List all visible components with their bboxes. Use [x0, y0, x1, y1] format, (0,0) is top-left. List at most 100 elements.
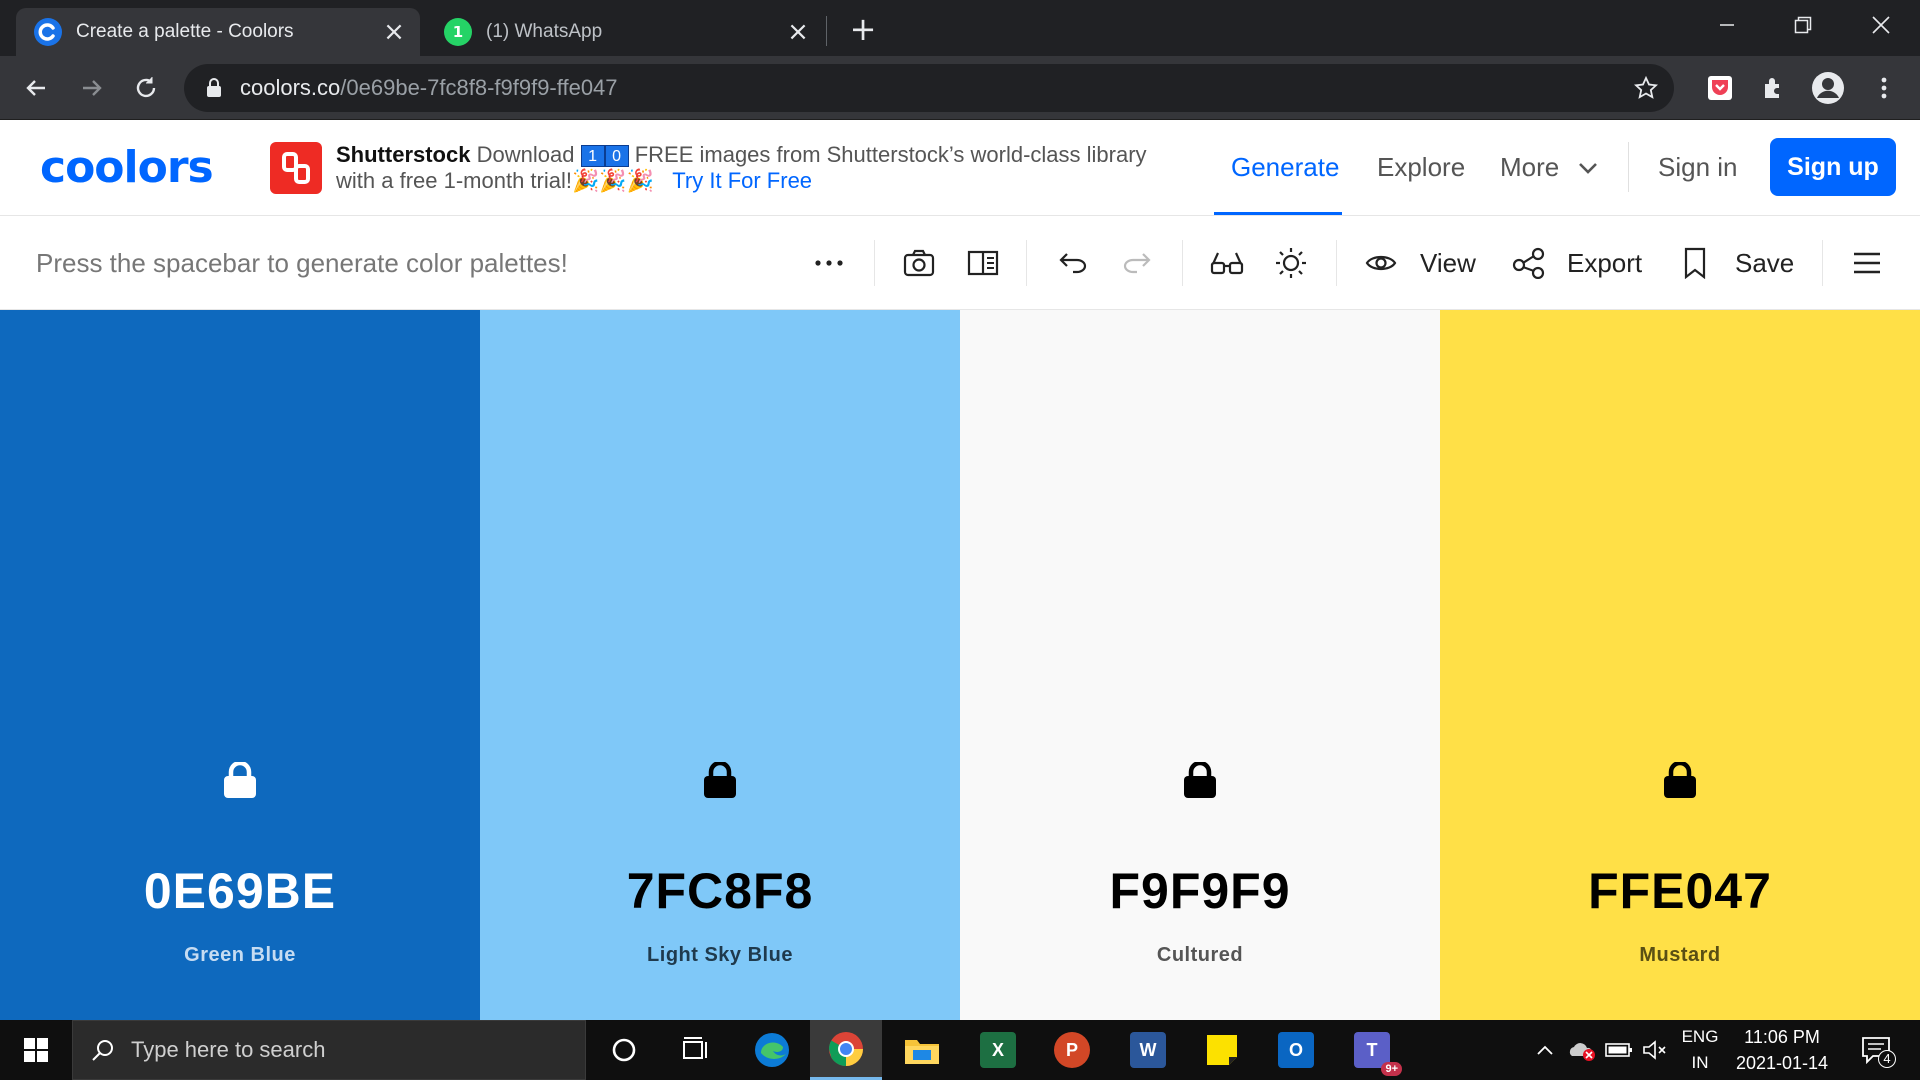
volume-muted-icon[interactable]	[1638, 1020, 1672, 1080]
reload-icon[interactable]	[128, 70, 164, 106]
sticky-notes-icon[interactable]	[1186, 1020, 1258, 1080]
word-icon[interactable]: W	[1112, 1020, 1184, 1080]
address-bar[interactable]: coolors.co/0e69be-7fc8f8-f9f9f9-ffe047	[184, 64, 1674, 112]
hamburger-menu-icon[interactable]	[1848, 244, 1886, 282]
view-button[interactable]: View	[1420, 248, 1476, 279]
whatsapp-favicon-icon: 1	[444, 18, 472, 46]
cortana-icon[interactable]	[588, 1020, 660, 1080]
edge-browser-icon[interactable]	[736, 1020, 808, 1080]
lock-icon[interactable]	[702, 762, 738, 798]
lock-icon[interactable]	[1662, 762, 1698, 798]
ad-digit-box: 0	[604, 145, 629, 168]
notification-count: 4	[1878, 1050, 1896, 1068]
clock-date: 2021-01-14	[1735, 1053, 1829, 1073]
input-language[interactable]: ENG IN	[1672, 1024, 1728, 1076]
site-header: coolors Shutterstock Download 10 FREE im…	[0, 120, 1920, 216]
color-name[interactable]: Cultured	[960, 944, 1440, 967]
powerpoint-icon[interactable]: P	[1036, 1020, 1108, 1080]
back-arrow-icon[interactable]	[18, 70, 54, 106]
lock-icon[interactable]	[222, 762, 258, 798]
excel-icon[interactable]: X	[962, 1020, 1034, 1080]
shutterstock-logo-icon[interactable]	[270, 142, 322, 194]
color-name[interactable]: Green Blue	[0, 944, 480, 967]
task-view-icon[interactable]	[660, 1020, 732, 1080]
tab-close-icon[interactable]: ×	[784, 17, 812, 47]
nav-explore[interactable]: Explore	[1377, 152, 1465, 183]
clock-time: 11:06 PM	[1744, 1027, 1820, 1047]
chevron-down-icon[interactable]	[1578, 160, 1598, 179]
tab-coolors[interactable]: Create a palette - Coolors ×	[16, 8, 420, 56]
export-button[interactable]: Export	[1567, 248, 1642, 279]
minimize-icon[interactable]	[1696, 0, 1758, 50]
toolbar-divider	[874, 240, 875, 286]
coolors-logo[interactable]: coolors	[40, 142, 214, 193]
restore-icon[interactable]	[1772, 0, 1834, 50]
color-hex-code[interactable]: FFE047	[1440, 862, 1920, 920]
teams-icon[interactable]: T 9+	[1336, 1020, 1408, 1080]
teams-badge: 9+	[1381, 1062, 1402, 1076]
more-options-icon[interactable]	[810, 244, 848, 282]
language-code: ENG	[1681, 1027, 1719, 1046]
extensions-puzzle-icon[interactable]	[1756, 70, 1792, 106]
whatsapp-badge: 1	[452, 23, 464, 41]
lock-icon[interactable]	[1182, 762, 1218, 798]
sign-up-button[interactable]: Sign up	[1770, 138, 1896, 196]
eye-icon[interactable]	[1362, 244, 1400, 282]
shutterstock-ad[interactable]: Shutterstock Download 10 FREE images fro…	[336, 142, 1166, 194]
battery-icon[interactable]	[1602, 1020, 1636, 1080]
browser-tab-strip: Create a palette - Coolors × 1 (1) Whats…	[0, 0, 1920, 56]
file-explorer-icon[interactable]	[886, 1020, 958, 1080]
palette-toolbar: Press the spacebar to generate color pal…	[0, 216, 1920, 310]
forward-arrow-icon[interactable]	[74, 70, 110, 106]
system-clock[interactable]: 11:06 PM 2021-01-14	[1722, 1024, 1842, 1076]
color-swatch[interactable]: F9F9F9 Cultured	[960, 310, 1440, 1020]
coolors-favicon-icon	[34, 18, 62, 46]
color-name[interactable]: Light Sky Blue	[480, 944, 960, 967]
camera-icon[interactable]	[900, 244, 938, 282]
close-window-icon[interactable]	[1850, 0, 1912, 50]
bookmark-star-icon[interactable]	[1633, 75, 1659, 104]
color-hex-code[interactable]: 0E69BE	[0, 862, 480, 920]
bookmark-icon[interactable]	[1676, 244, 1714, 282]
browser-menu-icon[interactable]	[1866, 70, 1902, 106]
show-hidden-icons-chevron-icon[interactable]	[1530, 1020, 1560, 1080]
brightness-icon[interactable]	[1272, 244, 1310, 282]
onedrive-error-icon[interactable]	[1564, 1020, 1600, 1080]
tab-close-icon[interactable]: ×	[380, 17, 408, 47]
undo-icon[interactable]	[1054, 244, 1092, 282]
sign-in-link[interactable]: Sign in	[1658, 152, 1738, 183]
nav-more[interactable]: More	[1500, 152, 1559, 183]
color-hex-code[interactable]: 7FC8F8	[480, 862, 960, 920]
side-panel-icon[interactable]	[964, 244, 1002, 282]
color-palette: 0E69BE Green Blue 7FC8F8 Light Sky Blue …	[0, 310, 1920, 1020]
url-path: /0e69be-7fc8f8-f9f9f9-ffe047	[340, 75, 618, 100]
color-name[interactable]: Mustard	[1440, 944, 1920, 967]
tab-divider	[826, 16, 827, 46]
color-swatch[interactable]: 0E69BE Green Blue	[0, 310, 480, 1020]
lock-icon	[206, 78, 222, 98]
chrome-browser-icon[interactable]	[810, 1020, 882, 1080]
redo-icon[interactable]	[1118, 244, 1156, 282]
color-swatch[interactable]: 7FC8F8 Light Sky Blue	[480, 310, 960, 1020]
taskbar-search-box[interactable]: Type here to search	[72, 1020, 586, 1080]
new-tab-icon[interactable]: +	[846, 10, 880, 48]
color-hex-code[interactable]: F9F9F9	[960, 862, 1440, 920]
toolbar-divider	[1026, 240, 1027, 286]
ad-cta-link[interactable]: Try It For Free	[672, 168, 812, 193]
toolbar-divider	[1336, 240, 1337, 286]
windows-start-icon[interactable]	[0, 1020, 72, 1080]
glasses-icon[interactable]	[1208, 244, 1246, 282]
save-button[interactable]: Save	[1735, 248, 1794, 279]
color-swatch[interactable]: FFE047 Mustard	[1440, 310, 1920, 1020]
action-center-icon[interactable]: 4	[1852, 1020, 1900, 1080]
tab-whatsapp[interactable]: 1 (1) WhatsApp ×	[426, 8, 824, 56]
toolbar-divider	[1182, 240, 1183, 286]
profile-avatar-icon[interactable]	[1810, 70, 1846, 106]
pocket-extension-icon[interactable]	[1702, 70, 1738, 106]
nav-generate[interactable]: Generate	[1231, 152, 1339, 183]
share-icon[interactable]	[1510, 244, 1548, 282]
search-placeholder: Type here to search	[131, 1037, 326, 1062]
outlook-icon[interactable]: O	[1260, 1020, 1332, 1080]
tab-title: (1) WhatsApp	[486, 21, 603, 42]
ad-brand: Shutterstock	[336, 142, 471, 167]
